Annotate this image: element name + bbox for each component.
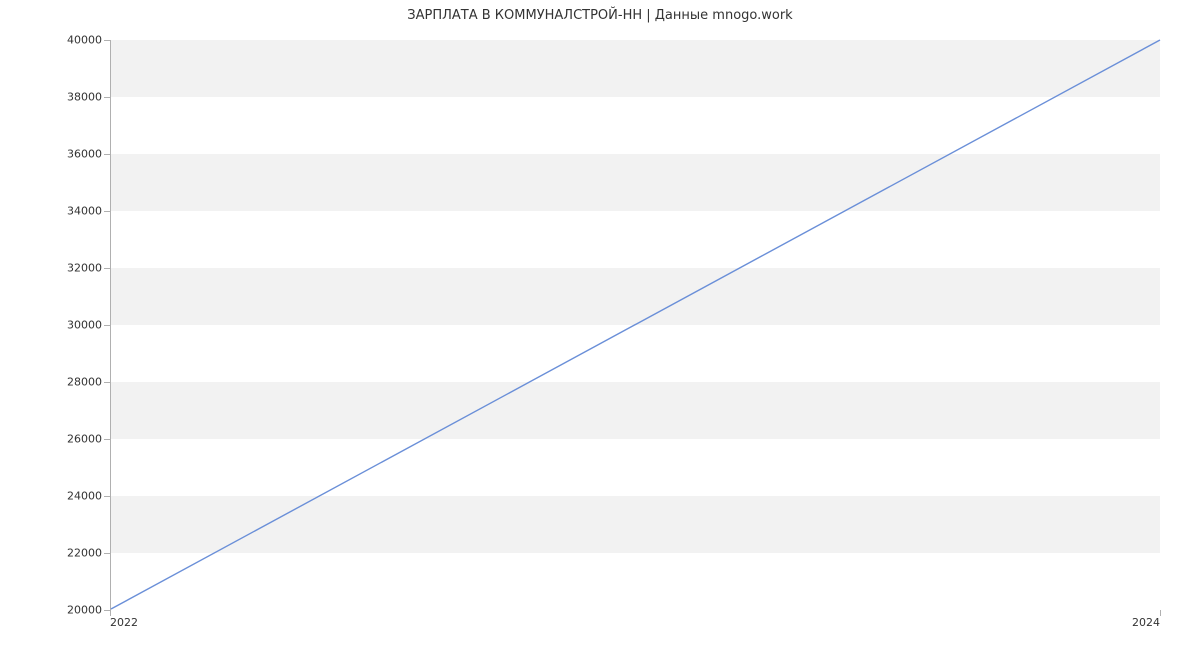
y-tick-label: 20000 bbox=[12, 604, 102, 617]
y-tick-mark bbox=[104, 496, 110, 497]
y-tick-label: 34000 bbox=[12, 205, 102, 218]
y-tick-mark bbox=[104, 40, 110, 41]
y-tick-mark bbox=[104, 553, 110, 554]
x-tick-mark bbox=[1160, 610, 1161, 616]
y-tick-mark bbox=[104, 154, 110, 155]
y-tick-label: 38000 bbox=[12, 91, 102, 104]
chart-title: ЗАРПЛАТА В КОММУНАЛСТРОЙ-НН | Данные mno… bbox=[0, 8, 1200, 23]
y-tick-label: 30000 bbox=[12, 319, 102, 332]
y-tick-label: 26000 bbox=[12, 433, 102, 446]
chart-line bbox=[111, 40, 1160, 609]
y-tick-mark bbox=[104, 439, 110, 440]
y-tick-mark bbox=[104, 382, 110, 383]
x-tick-label: 2022 bbox=[110, 616, 138, 629]
x-tick-mark bbox=[110, 610, 111, 616]
y-tick-label: 28000 bbox=[12, 376, 102, 389]
y-tick-label: 24000 bbox=[12, 490, 102, 503]
y-tick-label: 22000 bbox=[12, 547, 102, 560]
y-tick-mark bbox=[104, 268, 110, 269]
y-tick-mark bbox=[104, 97, 110, 98]
y-tick-label: 40000 bbox=[12, 34, 102, 47]
x-tick-label: 2024 bbox=[1132, 616, 1160, 629]
y-tick-mark bbox=[104, 325, 110, 326]
y-tick-mark bbox=[104, 211, 110, 212]
y-tick-label: 36000 bbox=[12, 148, 102, 161]
y-tick-label: 32000 bbox=[12, 262, 102, 275]
plot-area bbox=[110, 40, 1160, 610]
